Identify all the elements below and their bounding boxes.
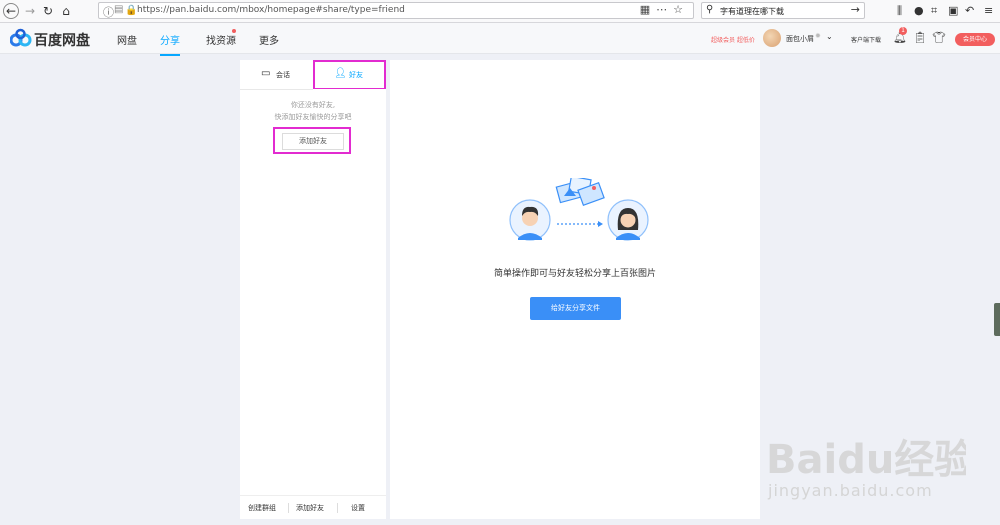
nav-netdisk[interactable]: 网盘 [117, 32, 137, 47]
address-bar[interactable]: ⓘ ▤ 🔒 https://pan.baidu.com/mbox/homepag… [98, 2, 694, 19]
home-icon[interactable]: ⌂ [58, 3, 74, 19]
boy-avatar-icon [509, 199, 551, 241]
nav-share[interactable]: 分享 [160, 32, 180, 56]
crop-icon[interactable]: ⌗ [931, 4, 937, 18]
tab-friends[interactable]: 👤︎ 好友 [313, 60, 386, 90]
baidu-netdisk-logo-icon[interactable] [10, 28, 32, 48]
add-friend-button[interactable]: 添加好友 [282, 133, 344, 150]
nav-find-resources[interactable]: 找资源 [206, 32, 236, 47]
watermark-url: jingyan.baidu.com [768, 481, 933, 500]
shirt-icon[interactable]: 👕︎ [932, 31, 946, 44]
lock-icon[interactable]: 🔒 [125, 5, 137, 16]
notification-count: 1 [899, 27, 907, 35]
side-widget[interactable] [994, 303, 1000, 336]
photos-icon [555, 178, 605, 207]
url-text[interactable]: https://pan.baidu.com/mbox/homepage#shar… [137, 5, 405, 15]
client-download-link[interactable]: 客户端下载 [851, 35, 881, 44]
create-group-button[interactable]: 创建群组 [248, 503, 276, 513]
logo-text[interactable]: 百度网盘 [34, 30, 90, 50]
tab-session[interactable]: ▭ 会话 [240, 60, 313, 90]
share-files-button[interactable]: 给好友分享文件 [530, 297, 621, 320]
arrow-icon [557, 221, 603, 227]
search-input[interactable]: 字有道理在哪下载 [720, 6, 784, 17]
page-icon: ▤ [114, 4, 124, 15]
back-icon[interactable]: ← [3, 3, 19, 19]
clipboard-icon[interactable]: 📋︎ [913, 31, 927, 44]
share-main-panel: 简单操作即可与好友轻松分享上百张图片 给好友分享文件 [390, 60, 760, 519]
info-icon[interactable]: ⓘ [103, 4, 114, 20]
search-icon: ⚲ [706, 4, 714, 15]
settings-button[interactable]: 设置 [351, 503, 365, 513]
more-icon[interactable]: ⋯ [656, 3, 673, 16]
watermark-brand: Baidu经验 [766, 437, 966, 483]
empty-state-text-1: 你还没有好友, [290, 101, 336, 109]
user-icon: 👤︎ [334, 68, 347, 79]
level-badge-icon: ✹ [815, 32, 821, 40]
qr-icon[interactable]: ▦ [640, 3, 656, 16]
message-icon: ▭ [261, 68, 271, 79]
chevron-down-icon[interactable]: ⌄ [826, 32, 833, 41]
forward-icon[interactable]: → [22, 3, 38, 19]
reload-icon[interactable]: ↻ [40, 3, 56, 19]
new-dot [232, 29, 236, 33]
browser-toolbar: ← → ↻ ⌂ ⓘ ▤ 🔒 https://pan.baidu.com/mbox… [0, 0, 1000, 23]
app-header: 百度网盘 网盘 分享 找资源 更多 超级会员 超低价 面包小屑 ✹ ⌄ 客户端下… [0, 23, 1000, 56]
friends-sidebar: ▭ 会话 👤︎ 好友 你还没有好友, 快添加好友愉快的分享吧 添加好友 创建群组… [240, 60, 386, 519]
undo-icon[interactable]: ↶ [965, 4, 974, 17]
vip-center-button[interactable]: 会员中心 [955, 33, 995, 46]
sidebar-icon[interactable]: ▣ [948, 4, 958, 17]
tab-friends-label: 好友 [349, 71, 363, 79]
nav-more[interactable]: 更多 [259, 32, 279, 47]
add-friend-highlight: 添加好友 [273, 127, 351, 154]
add-friend-footer-button[interactable]: 添加好友 [296, 503, 324, 513]
divider [288, 503, 289, 513]
vip-promo-link[interactable]: 超级会员 超低价 [711, 35, 755, 44]
library-icon[interactable]: ⫼ [897, 4, 902, 18]
divider [337, 503, 338, 513]
avatar[interactable] [763, 29, 781, 47]
share-caption: 简单操作即可与好友轻松分享上百张图片 [493, 269, 656, 279]
chat-icon[interactable]: ● [914, 4, 924, 17]
search-go-icon[interactable]: → [851, 3, 860, 16]
empty-state-text-2: 快添加好友愉快的分享吧 [274, 113, 352, 121]
tab-session-label: 会话 [276, 71, 290, 79]
username[interactable]: 面包小屑 [786, 34, 814, 44]
girl-avatar-icon [607, 199, 649, 241]
menu-icon[interactable]: ≡ [984, 4, 993, 17]
browser-search-box[interactable]: ⚲ 字有道理在哪下载 → [701, 2, 865, 19]
share-illustration [509, 178, 649, 241]
sidebar-footer: 创建群组 添加好友 设置 [240, 495, 386, 520]
bookmark-star-icon[interactable]: ☆ [673, 3, 689, 16]
